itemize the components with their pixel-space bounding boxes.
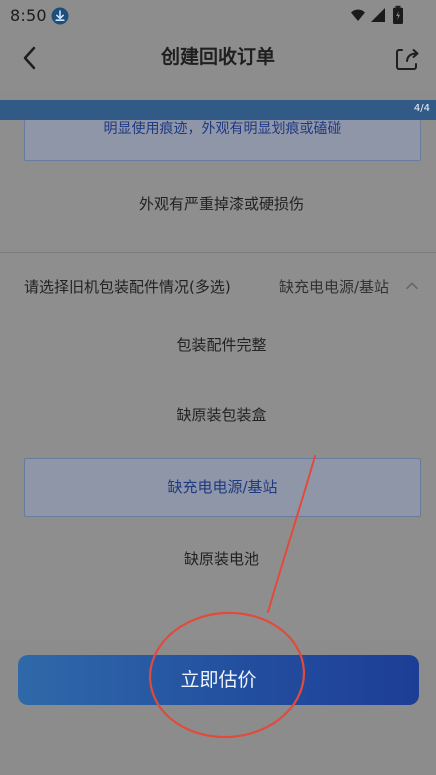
accessory-option-label: 缺原装电池 bbox=[183, 550, 259, 568]
status-bar: 8:50 bbox=[0, 0, 436, 32]
accessories-section-label: 请选择旧机包装配件情况(多选) bbox=[24, 278, 231, 296]
signal-icon bbox=[371, 8, 385, 22]
accessories-section-header[interactable]: 请选择旧机包装配件情况(多选) 缺充电电源/基站 bbox=[0, 270, 436, 304]
page-title: 创建回收订单 bbox=[160, 46, 275, 68]
accessory-option-no-charger[interactable]: 缺充电电源/基站 bbox=[24, 458, 421, 517]
battery-icon bbox=[393, 5, 403, 25]
progress-fill bbox=[0, 100, 436, 120]
accessory-option-complete[interactable]: 包装配件完整 bbox=[24, 316, 419, 374]
wifi-icon bbox=[351, 9, 365, 21]
download-icon bbox=[51, 7, 69, 25]
appearance-option-label: 明显使用痕迹，外观有明显划痕或磕碰 bbox=[103, 121, 342, 137]
section-divider bbox=[0, 252, 436, 253]
options-card: 明显使用痕迹，外观有明显划痕或磕碰 外观有严重掉漆或硬损伤 请选择旧机包装配件情… bbox=[0, 120, 436, 640]
estimate-button[interactable]: 立即估价 bbox=[18, 655, 419, 705]
accessory-option-no-battery[interactable]: 缺原装电池 bbox=[24, 530, 419, 588]
progress-bar: 4/4 bbox=[0, 100, 436, 120]
share-button[interactable] bbox=[395, 46, 421, 72]
appearance-option-obvious-wear[interactable]: 明显使用痕迹，外观有明显划痕或磕碰 bbox=[24, 120, 421, 161]
status-time: 8:50 bbox=[10, 6, 47, 25]
accessory-option-label: 缺充电电源/基站 bbox=[167, 478, 278, 496]
accessory-option-label: 包装配件完整 bbox=[176, 336, 267, 354]
chevron-up-icon bbox=[406, 282, 418, 289]
accessories-section-value: 缺充电电源/基站 bbox=[278, 278, 389, 296]
accessory-option-no-box[interactable]: 缺原装包装盒 bbox=[24, 386, 419, 444]
appearance-option-label: 外观有严重掉漆或硬损伤 bbox=[138, 195, 304, 213]
progress-label: 4/4 bbox=[413, 103, 430, 114]
accessory-option-label: 缺原装包装盒 bbox=[176, 406, 267, 424]
appearance-option-severe-damage[interactable]: 外观有严重掉漆或硬损伤 bbox=[24, 175, 419, 233]
header: 创建回收订单 bbox=[0, 32, 436, 92]
